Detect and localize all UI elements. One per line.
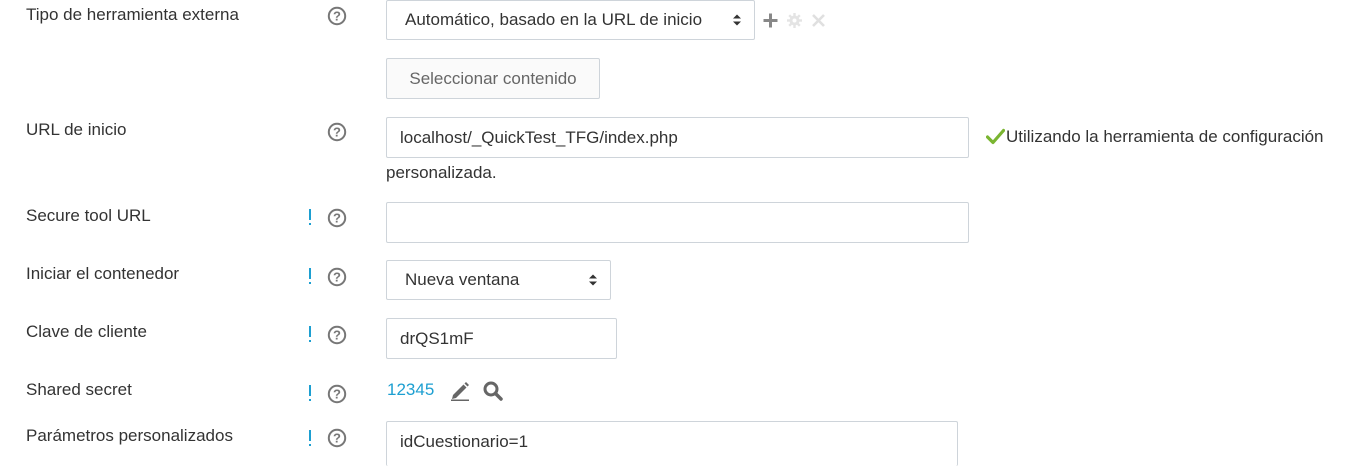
- svg-text:?: ?: [333, 211, 341, 226]
- svg-text:?: ?: [333, 328, 341, 343]
- help-icon[interactable]: ?: [327, 325, 347, 345]
- svg-text:?: ?: [333, 431, 341, 446]
- custom-params-textarea[interactable]: idCuestionario=1: [386, 421, 958, 466]
- select-arrows-icon: [733, 14, 741, 26]
- help-icon[interactable]: ?: [327, 6, 347, 26]
- help-icon[interactable]: ?: [327, 267, 347, 287]
- custom-params-label: Parámetros personalizados: [26, 426, 233, 445]
- select-arrows-icon: [589, 274, 597, 286]
- advanced-marker: [309, 385, 311, 401]
- tool-type-label: Tipo de herramienta externa: [26, 5, 239, 24]
- secure-url-label: Secure tool URL: [26, 206, 151, 225]
- shared-secret-label: Shared secret: [26, 380, 132, 399]
- advanced-marker: [309, 326, 311, 342]
- edit-icon[interactable]: [449, 380, 471, 402]
- svg-text:?: ?: [333, 270, 341, 285]
- shared-secret-value[interactable]: 12345: [387, 380, 434, 400]
- tool-type-select[interactable]: Automático, basado en la URL de inicio: [386, 0, 755, 40]
- help-icon[interactable]: ?: [327, 208, 347, 228]
- launch-container-select[interactable]: Nueva ventana: [386, 260, 611, 300]
- help-icon[interactable]: ?: [327, 122, 347, 142]
- advanced-marker: [309, 430, 311, 446]
- help-icon[interactable]: ?: [327, 428, 347, 448]
- search-icon[interactable]: [482, 380, 504, 402]
- gear-icon[interactable]: [786, 12, 803, 29]
- tool-url-input[interactable]: localhost/_QuickTest_TFG/index.php: [386, 117, 969, 158]
- tool-url-status-message-continued: personalizada.: [386, 163, 497, 182]
- secure-url-input[interactable]: [386, 202, 969, 243]
- help-icon[interactable]: ?: [327, 384, 347, 404]
- select-content-button[interactable]: Seleccionar contenido: [386, 58, 600, 99]
- svg-text:?: ?: [333, 9, 341, 24]
- tool-url-label: URL de inicio: [26, 120, 127, 139]
- advanced-marker: [309, 209, 311, 225]
- launch-container-selected: Nueva ventana: [405, 270, 520, 289]
- tool-type-selected: Automático, basado en la URL de inicio: [405, 10, 703, 29]
- checkmark-icon: [986, 128, 1005, 145]
- svg-text:?: ?: [333, 387, 341, 402]
- tool-url-status-message: Utilizando la herramienta de configuraci…: [1006, 127, 1324, 146]
- consumer-key-input[interactable]: drQS1mF: [386, 318, 617, 359]
- launch-container-label: Iniciar el contenedor: [26, 264, 180, 283]
- svg-text:?: ?: [333, 125, 341, 140]
- close-icon[interactable]: [810, 12, 827, 29]
- consumer-key-label: Clave de cliente: [26, 322, 147, 341]
- add-icon[interactable]: [762, 12, 779, 29]
- advanced-marker: [309, 268, 311, 284]
